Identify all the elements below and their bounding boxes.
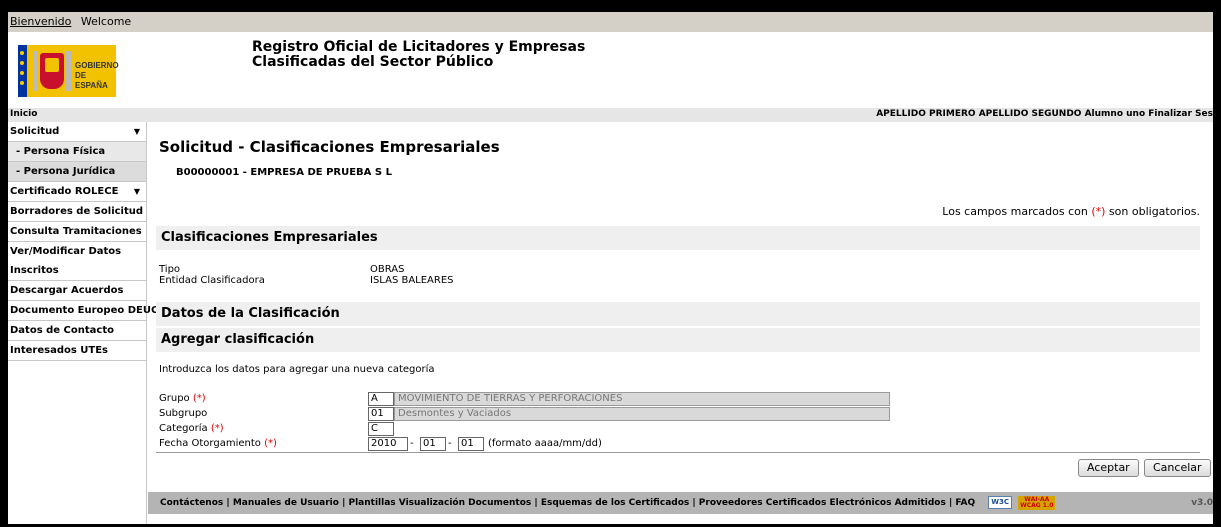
section-agregar-clasificacion: Agregar clasificación xyxy=(156,328,1200,352)
date-separator: - xyxy=(448,438,452,449)
page-title: Solicitud - Clasificaciones Empresariale… xyxy=(159,138,500,156)
entidad-label: Entidad Clasificadora xyxy=(159,275,265,286)
gobierno-espana-logo: GOBIERNO DE ESPAÑA xyxy=(18,45,119,97)
cancel-button[interactable]: Cancelar xyxy=(1144,459,1211,477)
sidebar-item-borradores[interactable]: Borradores de Solicitud xyxy=(8,202,146,222)
tipo-label: Tipo xyxy=(159,264,181,275)
subgrupo-description: Desmontes y Vaciados xyxy=(394,407,890,421)
sidebar-menu: Solicitud ▼ - Persona Física - Persona Ju… xyxy=(8,122,158,524)
welcome-bar: Bienvenido Welcome xyxy=(8,12,1213,32)
user-info[interactable]: APELLIDO PRIMERO APELLIDO SEGUNDO Alumno… xyxy=(876,109,1213,119)
nav-strip: Inicio APELLIDO PRIMERO APELLIDO SEGUNDO… xyxy=(8,108,1213,122)
pillar-icon xyxy=(33,51,38,91)
w3c-badge-icon[interactable]: W3C xyxy=(988,496,1012,509)
categoria-label: Categoría (*) xyxy=(159,423,224,434)
sidebar-item-certificado-rolece[interactable]: Certificado ROLECE ▼ xyxy=(8,182,146,202)
coat-of-arms-icon xyxy=(40,53,64,89)
categoria-code-input[interactable]: C xyxy=(368,422,394,436)
chevron-down-icon[interactable]: ▼ xyxy=(134,122,140,141)
fecha-year-input[interactable]: 2010 xyxy=(368,437,408,451)
subgrupo-code-input[interactable]: 01 xyxy=(368,407,394,421)
fecha-label: Fecha Otorgamiento (*) xyxy=(159,438,277,449)
date-separator: - xyxy=(410,438,414,449)
eu-flag-icon xyxy=(18,45,27,97)
fecha-month-input[interactable]: 01 xyxy=(420,437,446,451)
date-format-hint: (formato aaaa/mm/dd) xyxy=(488,438,602,449)
sidebar-item-descargar-acuerdos[interactable]: Descargar Acuerdos xyxy=(8,281,146,301)
version-label: v3.0 xyxy=(1191,498,1213,508)
main-content: Solicitud - Clasificaciones Empresariale… xyxy=(156,122,1211,482)
form-divider xyxy=(156,452,1200,453)
fecha-day-input[interactable]: 01 xyxy=(458,437,484,451)
browser-page: Bienvenido Welcome GOBIERNO DE ESPAÑA Re… xyxy=(8,12,1213,524)
accept-button[interactable]: Aceptar xyxy=(1078,459,1139,477)
logo-text: GOBIERNO DE ESPAÑA xyxy=(75,61,119,90)
section-clasificaciones: Clasificaciones Empresariales xyxy=(156,226,1200,250)
site-header: GOBIERNO DE ESPAÑA Registro Oficial de L… xyxy=(8,32,1213,108)
sidebar-item-persona-fisica[interactable]: - Persona Física xyxy=(8,142,146,162)
site-title: Registro Oficial de Licitadores y Empres… xyxy=(252,39,586,70)
sidebar-item-persona-juridica[interactable]: - Persona Jurídica xyxy=(8,162,146,182)
sidebar-item-documento-deuc[interactable]: Documento Europeo DEUC xyxy=(8,301,158,321)
section-datos-clasificacion: Datos de la Clasificación xyxy=(156,302,1200,326)
pillar-icon xyxy=(66,51,71,91)
sidebar-item-ver-modificar[interactable]: Ver/Modificar Datos Inscritos xyxy=(8,242,146,281)
sidebar-item-consulta-tramitaciones[interactable]: Consulta Tramitaciones xyxy=(8,222,146,242)
sidebar-item-datos-contacto[interactable]: Datos de Contacto xyxy=(8,321,146,341)
grupo-label: Grupo (*) xyxy=(159,393,206,404)
wai-aa-badge-icon[interactable]: WAI-AA WCAG 1.0 xyxy=(1018,495,1056,510)
footer-bar: Contáctenos | Manuales de Usuario | Plan… xyxy=(148,492,1213,514)
sidebar-item-interesados-utes[interactable]: Interesados UTEs xyxy=(8,341,146,361)
grupo-description: MOVIMIENTO DE TIERRAS Y PERFORACIONES xyxy=(394,392,890,406)
required-fields-note: Los campos marcados con (*) son obligato… xyxy=(942,205,1200,218)
entidad-value: ISLAS BALEARES xyxy=(370,275,454,286)
chevron-down-icon[interactable]: ▼ xyxy=(134,182,140,201)
sidebar-item-solicitud[interactable]: Solicitud ▼ xyxy=(8,122,146,142)
bienvenido-link[interactable]: Bienvenido xyxy=(10,15,71,28)
intro-text: Introduzca los datos para agregar una nu… xyxy=(159,364,435,375)
footer-links[interactable]: Contáctenos | Manuales de Usuario | Plan… xyxy=(148,498,975,508)
inicio-link[interactable]: Inicio xyxy=(10,109,37,119)
tipo-value: OBRAS xyxy=(370,264,405,275)
subgrupo-label: Subgrupo xyxy=(159,408,208,419)
grupo-code-input[interactable]: A xyxy=(368,392,394,406)
welcome-text: Welcome xyxy=(80,15,132,28)
company-name: B00000001 - EMPRESA DE PRUEBA S L xyxy=(176,167,392,178)
